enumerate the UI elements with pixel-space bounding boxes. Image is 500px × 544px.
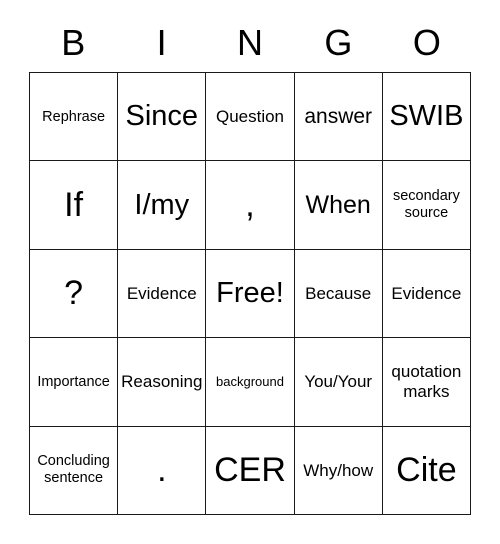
- bingo-cell-r2c5[interactable]: secondary source: [382, 161, 471, 250]
- bingo-cell-r5c3[interactable]: CER: [206, 426, 295, 515]
- bingo-grid: Rephrase Since Question answer SWIB If I…: [29, 72, 471, 515]
- bingo-cell-label: secondary source: [392, 187, 460, 222]
- bingo-header-letter-n: N: [237, 22, 264, 63]
- bingo-card: B I N G O Rephrase Since Question answer…: [0, 0, 500, 544]
- bingo-cell-label: Evidence: [126, 283, 197, 303]
- bingo-header-letter-i: I: [156, 22, 167, 63]
- bingo-cell-label: You/Your: [304, 372, 373, 392]
- bingo-cell-label: quotation marks: [391, 361, 462, 401]
- bingo-cell-label: Rephrase: [42, 108, 106, 125]
- bingo-cell-label: Question: [215, 107, 285, 127]
- bingo-cell-r4c4[interactable]: You/Your: [294, 338, 383, 427]
- bingo-cell-r2c2[interactable]: I/my: [118, 161, 207, 250]
- bingo-cell-label: ?: [64, 274, 84, 313]
- bingo-cell-r2c1[interactable]: If: [30, 161, 119, 250]
- bingo-cell-label: Why/how: [303, 460, 374, 480]
- bingo-cell-label: ,: [245, 186, 255, 225]
- bingo-header-letter-g: G: [324, 22, 353, 63]
- bingo-cell-label: When: [305, 191, 371, 220]
- bingo-cell-label: SWIB: [389, 100, 464, 133]
- bingo-cell-r1c5[interactable]: SWIB: [382, 73, 471, 162]
- bingo-cell-label: CER: [214, 451, 286, 490]
- bingo-cell-r4c2[interactable]: Reasoning: [118, 338, 207, 427]
- bingo-cell-label: answer: [304, 104, 373, 128]
- bingo-cell-r1c2[interactable]: Since: [118, 73, 207, 162]
- bingo-header-letter-o: O: [412, 22, 441, 63]
- bingo-header-row: B I N G O: [29, 14, 471, 72]
- bingo-cell-r4c1[interactable]: Importance: [30, 338, 119, 427]
- bingo-cell-label: Reasoning: [121, 372, 203, 392]
- bingo-cell-r3c5[interactable]: Evidence: [382, 249, 471, 339]
- bingo-header-letter-b: B: [61, 22, 86, 63]
- bingo-cell-r2c4[interactable]: When: [294, 161, 383, 250]
- bingo-cell-r3c4[interactable]: Because: [294, 249, 383, 339]
- bingo-cell-label: If: [64, 186, 84, 225]
- bingo-cell-label: .: [157, 451, 167, 490]
- bingo-cell-label: Since: [125, 100, 199, 133]
- bingo-cell-label: Cite: [396, 451, 457, 490]
- bingo-cell-label: Evidence: [391, 283, 462, 303]
- bingo-cell-r4c3[interactable]: background: [206, 338, 295, 427]
- bingo-cell-r5c4[interactable]: Why/how: [294, 426, 383, 515]
- bingo-cell-r1c1[interactable]: Rephrase: [30, 73, 119, 162]
- bingo-cell-r5c2[interactable]: .: [118, 426, 207, 515]
- bingo-cell-label: Importance: [37, 373, 110, 390]
- bingo-free-space-label: Free!: [216, 277, 284, 310]
- bingo-cell-r4c5[interactable]: quotation marks: [382, 338, 471, 427]
- bingo-cell-label: background: [216, 373, 284, 389]
- bingo-cell-r5c5[interactable]: Cite: [382, 426, 471, 515]
- bingo-cell-free-space[interactable]: Free!: [206, 249, 295, 339]
- bingo-cell-r3c2[interactable]: Evidence: [118, 249, 207, 339]
- bingo-cell-r3c1[interactable]: ?: [30, 249, 119, 339]
- bingo-cell-r1c3[interactable]: Question: [206, 73, 295, 162]
- bingo-cell-r2c3[interactable]: ,: [206, 161, 295, 250]
- bingo-cell-label: I/my: [134, 188, 190, 221]
- bingo-cell-r1c4[interactable]: answer: [294, 73, 383, 162]
- bingo-cell-label: Concluding sentence: [37, 453, 110, 487]
- bingo-cell-label: Because: [305, 283, 372, 303]
- bingo-cell-r5c1[interactable]: Concluding sentence: [30, 426, 119, 515]
